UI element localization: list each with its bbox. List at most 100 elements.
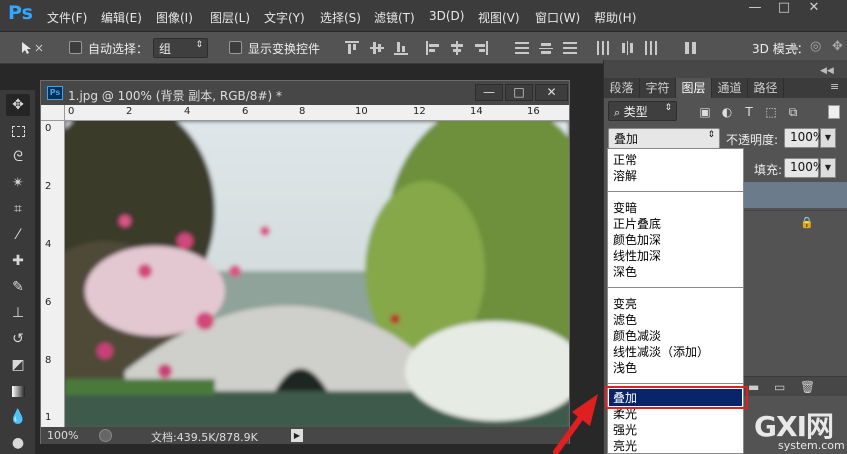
new-group-icon[interactable]: ▬	[748, 380, 759, 394]
auto-select-checkbox[interactable]	[69, 41, 82, 54]
move-tool-icon[interactable]	[20, 40, 46, 56]
blend-option-color-burn[interactable]: 颜色加深	[613, 233, 661, 247]
brush-tool-icon[interactable]: ✎	[6, 276, 30, 298]
status-info-icon[interactable]	[99, 429, 112, 442]
doc-close-button[interactable]: ✕	[535, 84, 568, 101]
app-minimize-button[interactable]: —	[744, 0, 766, 18]
blend-option-darker-color[interactable]: 深色	[613, 265, 637, 279]
ruler-horizontal[interactable]: 0 2 4 6 8 10 12 14 16	[65, 105, 569, 121]
new-layer-icon[interactable]: ▭	[774, 380, 785, 394]
blend-option-linear-dodge[interactable]: 线性减淡（添加）	[613, 345, 709, 359]
menu-window[interactable]: 窗口(W)	[535, 9, 580, 26]
menu-layer[interactable]: 图层(L)	[210, 9, 250, 26]
blend-option-lighter-color[interactable]: 浅色	[613, 361, 637, 375]
filter-shape-icon[interactable]: ⬚	[764, 105, 778, 119]
align-hcenter-icon[interactable]	[450, 41, 464, 55]
align-right-icon[interactable]	[474, 41, 488, 55]
image-canvas[interactable]	[65, 121, 569, 427]
blend-mode-dropdown[interactable]: 叠加 ⇕	[608, 128, 720, 149]
distribute-hcenter-icon[interactable]	[620, 41, 634, 55]
menu-select[interactable]: 选择(S)	[320, 9, 361, 26]
history-brush-tool-icon[interactable]: ↺	[6, 328, 30, 350]
distribute-right-icon[interactable]	[644, 41, 658, 55]
fill-input[interactable]: 100%	[784, 158, 824, 178]
layer-row-selected[interactable]	[744, 182, 847, 208]
filter-type-icon[interactable]: T	[742, 105, 756, 119]
crop-tool-icon[interactable]: ⌗	[6, 198, 30, 220]
distribute-bottom-icon[interactable]	[563, 41, 577, 55]
clone-stamp-tool-icon[interactable]: ⊥	[6, 302, 30, 324]
panel-menu-icon[interactable]: ≡	[830, 80, 839, 93]
opacity-arrow-icon[interactable]: ▼	[820, 128, 836, 148]
align-vcenter-icon[interactable]	[370, 41, 384, 55]
menu-edit[interactable]: 编辑(E)	[101, 9, 142, 26]
opacity-input[interactable]: 100%	[784, 128, 824, 148]
delete-layer-icon[interactable]: 🗑	[800, 380, 815, 394]
tab-character[interactable]: 字符	[640, 78, 676, 98]
blend-option-dissolve[interactable]: 溶解	[613, 169, 637, 183]
distribute-left-icon[interactable]	[596, 41, 610, 55]
eraser-tool-icon[interactable]: ◩	[6, 354, 30, 376]
align-left-icon[interactable]	[426, 41, 440, 55]
blend-option-multiply[interactable]: 正片叠底	[613, 217, 661, 231]
blend-option-hard-light[interactable]: 强光	[613, 423, 637, 437]
ruler-corner[interactable]	[41, 105, 65, 121]
align-bottom-icon[interactable]	[394, 41, 408, 55]
app-restore-button[interactable]: □	[773, 0, 795, 18]
zoom-level[interactable]: 100%	[47, 429, 78, 442]
menu-help[interactable]: 帮助(H)	[594, 9, 636, 26]
dodge-tool-icon[interactable]: ●	[6, 432, 30, 454]
menu-file[interactable]: 文件(F)	[47, 9, 87, 26]
tab-layers[interactable]: 图层	[676, 78, 712, 98]
distribute-vcenter-icon[interactable]	[539, 41, 553, 55]
tab-channels[interactable]: 通道	[712, 78, 748, 98]
blend-option-linear-burn[interactable]: 线性加深	[613, 249, 661, 263]
move-tool-icon[interactable]: ✥	[6, 94, 30, 116]
menu-type[interactable]: 文字(Y)	[264, 9, 305, 26]
healing-brush-tool-icon[interactable]: ✚	[6, 250, 30, 272]
blend-option-lighten[interactable]: 变亮	[613, 297, 637, 311]
fill-arrow-icon[interactable]: ▼	[820, 158, 836, 178]
distribute-top-icon[interactable]	[515, 41, 529, 55]
auto-align-icon[interactable]	[684, 41, 698, 55]
auto-select-dropdown[interactable]: 组 ⇕	[153, 38, 208, 58]
menu-image[interactable]: 图像(I)	[156, 9, 193, 26]
layer-row-background[interactable]: 🔒	[744, 210, 847, 236]
filter-smart-object-icon[interactable]: ⧉	[786, 105, 800, 119]
3d-orbit-icon[interactable]: ☁	[786, 39, 799, 54]
ruler-vertical[interactable]: 0 2 4 6 8 1	[41, 121, 65, 427]
menu-3d[interactable]: 3D(D)	[429, 9, 464, 23]
tab-paragraph[interactable]: 段落	[604, 78, 640, 98]
tab-paths[interactable]: 路径	[748, 78, 784, 98]
layer-filter-dropdown[interactable]: ⌕ 类型 ⇕	[608, 101, 677, 121]
menu-view[interactable]: 视图(V)	[478, 9, 520, 26]
eyedropper-tool-icon[interactable]: ⁄	[6, 224, 30, 246]
blur-tool-icon[interactable]: 💧	[6, 406, 30, 428]
annotation-arrow-icon	[553, 394, 598, 454]
magic-wand-tool-icon[interactable]: ✴	[6, 172, 30, 194]
filter-pixel-icon[interactable]: ▣	[698, 105, 712, 119]
filter-adjustment-icon[interactable]: ◐	[720, 105, 734, 119]
highlight-box	[605, 386, 748, 409]
menu-filter[interactable]: 滤镜(T)	[374, 9, 415, 26]
status-menu-arrow-icon[interactable]: ▶	[291, 429, 303, 442]
blend-option-darken[interactable]: 变暗	[613, 201, 637, 215]
3d-roll-icon[interactable]: ◎	[810, 39, 821, 54]
app-close-button[interactable]: ✕	[803, 0, 825, 18]
blend-option-normal[interactable]: 正常	[613, 153, 637, 167]
align-top-icon[interactable]	[345, 41, 359, 55]
document-titlebar[interactable]: Ps 1.jpg @ 100% (背景 副本, RGB/8#) * — □ ✕	[41, 81, 569, 105]
lasso-tool-icon[interactable]: ᘓ	[6, 146, 30, 168]
marquee-tool-icon[interactable]	[6, 120, 30, 142]
3d-pan-icon[interactable]: ✥	[832, 39, 843, 54]
blend-option-screen[interactable]: 滤色	[613, 313, 637, 327]
gradient-tool-icon[interactable]	[6, 380, 30, 402]
filter-toggle-switch[interactable]	[828, 105, 840, 119]
blend-option-soft-light[interactable]: 柔光	[613, 407, 637, 421]
panel-collapse-icon[interactable]: ◀◀	[820, 66, 834, 76]
doc-minimize-button[interactable]: —	[475, 84, 503, 101]
blend-option-color-dodge[interactable]: 颜色减淡	[613, 329, 661, 343]
blend-option-vivid-light[interactable]: 亮光	[613, 439, 637, 453]
show-transform-checkbox[interactable]	[229, 41, 242, 54]
doc-maximize-button[interactable]: □	[505, 84, 533, 101]
